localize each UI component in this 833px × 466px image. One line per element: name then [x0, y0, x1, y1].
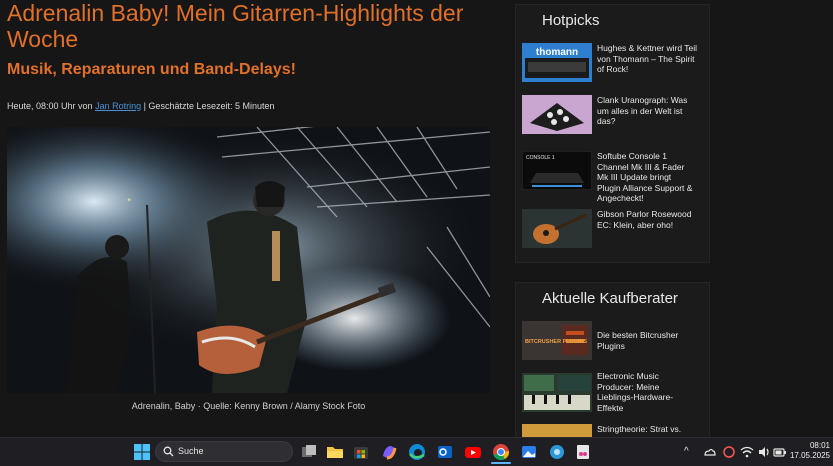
copilot-icon[interactable] — [379, 442, 399, 462]
speaker-icon[interactable] — [757, 445, 771, 459]
article-title: Adrenalin Baby! Mein Gitarren-Highlights… — [7, 0, 464, 52]
clock-time: 08:01 — [809, 441, 830, 450]
kaufberater-heading: Aktuelle Kaufberater — [542, 290, 678, 307]
hotpicks-widget: Hotpicks thomann Hughes & Kettner wird T… — [515, 4, 710, 263]
hotpick-item[interactable]: Clank Uranograph: Was um alles in der We… — [522, 95, 704, 137]
strat-thumb — [522, 424, 592, 438]
hotpick-item[interactable]: Gibson Parlor Rosewood EC: Klein, aber o… — [522, 209, 704, 251]
active-app-indicator — [491, 462, 511, 464]
snipping-icon[interactable] — [573, 442, 593, 462]
effects-thumb — [522, 373, 592, 412]
article-subtitle: Musik, Reparaturen und Band-Delays! — [7, 61, 296, 78]
search-icon — [163, 446, 174, 457]
console-thumb-text: CONSOLE 1 — [526, 155, 555, 161]
chrome-icon[interactable] — [491, 442, 511, 462]
thomann-thumb: thomann — [522, 43, 592, 82]
hotpicks-heading: Hotpicks — [542, 12, 600, 29]
windows-start-icon[interactable] — [132, 442, 152, 462]
acoustic-guitar-icon — [522, 209, 592, 248]
kaufberater-item[interactable]: BITCRUSHER PLUGINS Die besten Bitcrusher… — [522, 321, 704, 363]
taskbar-search[interactable]: Suche — [155, 441, 293, 462]
bitcrusher-thumb: BITCRUSHER PLUGINS — [522, 321, 592, 360]
search-label: Suche — [178, 446, 204, 456]
article-main: Adrenalin Baby! Mein Gitarren-Highlights… — [0, 0, 510, 437]
system-clock[interactable]: 08:01 17.05.2025 — [790, 441, 830, 461]
taskbar: Suche ^ 08:01 17.05.2025 — [0, 437, 833, 466]
kaufberater-title: Die besten Bitcrusher Plugins — [597, 330, 679, 351]
kaufberater-widget: Aktuelle Kaufberater BITCRUSHER PLUGINS … — [515, 282, 710, 442]
cloud-icon[interactable] — [702, 445, 716, 459]
hotpick-title: Softube Console 1 Channel Mk III & Fader… — [597, 151, 693, 203]
console-controller-icon: CONSOLE 1 — [522, 151, 592, 190]
wifi-icon[interactable] — [740, 445, 754, 459]
clock-date: 17.05.2025 — [789, 451, 830, 460]
article-meta: Heute, 08:00 Uhr von Jan Rotring | Gesch… — [7, 101, 275, 111]
synth-thumb — [522, 95, 592, 134]
synth-device-icon — [522, 95, 592, 134]
author-link[interactable]: Jan Rotring — [95, 101, 141, 111]
chevron-up-icon[interactable]: ^ — [684, 446, 689, 457]
battery-icon[interactable] — [773, 445, 787, 459]
hotpick-title: Clank Uranograph: Was um alles in der We… — [597, 95, 688, 126]
hotpick-title: Hughes & Kettner wird Teil von Thomann –… — [597, 43, 698, 74]
image-caption: Adrenalin, Baby · Quelle: Kenny Brown / … — [131, 401, 366, 411]
bitcrusher-thumb-text: BITCRUSHER PLUGINS — [525, 339, 587, 345]
photos-icon[interactable] — [519, 442, 539, 462]
hotpick-title: Gibson Parlor Rosewood EC: Klein, aber o… — [597, 209, 692, 230]
hero-image — [7, 127, 490, 393]
hotpick-item[interactable]: thomann Hughes & Kettner wird Teil von T… — [522, 43, 704, 85]
meta-prefix: Heute, 08:00 Uhr von — [7, 101, 96, 111]
store-icon[interactable] — [351, 442, 371, 462]
youtube-icon[interactable] — [463, 442, 483, 462]
file-explorer-icon[interactable] — [325, 442, 345, 462]
hotpick-item[interactable]: CONSOLE 1 Softube Console 1 Channel Mk I… — [522, 151, 704, 203]
kaufberater-title: Stringtheorie: Strat vs. — [597, 424, 682, 434]
task-view-icon[interactable] — [299, 442, 319, 462]
console-thumb: CONSOLE 1 — [522, 151, 592, 190]
hardware-effects-icon — [522, 373, 592, 412]
bitcrusher-plugins-icon: BITCRUSHER PLUGINS — [522, 321, 592, 360]
concert-guitarist-photo — [7, 127, 490, 393]
thomann-logo-icon: thomann — [522, 43, 592, 82]
kaufberater-item[interactable]: Electronic Music Producer: Meine Lieblin… — [522, 371, 704, 415]
sync-icon[interactable] — [722, 445, 736, 459]
outlook-icon[interactable] — [435, 442, 455, 462]
edge-icon[interactable] — [407, 442, 427, 462]
meta-suffix: | Geschätzte Lesezeit: 5 Minuten — [141, 101, 275, 111]
kaufberater-title: Electronic Music Producer: Meine Lieblin… — [597, 371, 674, 413]
thomann-logo-text: thomann — [536, 47, 578, 58]
guitar-thumb — [522, 209, 592, 248]
strat-guitar-icon — [522, 424, 592, 438]
app-icon[interactable] — [547, 442, 567, 462]
